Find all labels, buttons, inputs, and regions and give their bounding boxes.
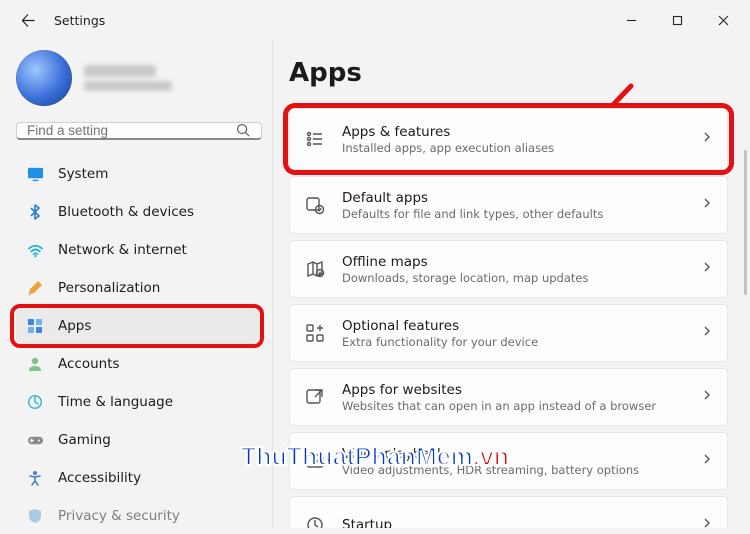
startup-icon [304, 515, 326, 528]
card-title: Optional features [342, 318, 685, 334]
accessibility-icon [26, 469, 44, 487]
wifi-icon [26, 241, 44, 259]
chevron-right-icon [701, 197, 713, 213]
minimize-icon [626, 15, 637, 26]
person-icon [26, 355, 44, 373]
avatar [16, 50, 72, 106]
maximize-icon [672, 15, 683, 26]
card-subtitle: Extra functionality for your device [342, 335, 685, 349]
card-subtitle: Installed apps, app execution aliases [342, 141, 685, 155]
card-subtitle: Websites that can open in an app instead… [342, 399, 685, 413]
chevron-right-icon [701, 389, 713, 405]
cards-list: Apps & features Installed apps, app exec… [289, 108, 728, 528]
window-title: Settings [54, 13, 105, 28]
search-input[interactable] [27, 123, 236, 138]
card-offline-maps[interactable]: Offline maps Downloads, storage location… [289, 240, 728, 298]
content-area: Apps Apps & features Installed apps, app… [272, 40, 750, 528]
profile-text [84, 65, 172, 91]
sidebar-item-system[interactable]: System [16, 156, 262, 192]
close-icon [718, 15, 729, 26]
card-title: Apps & features [342, 124, 685, 140]
card-optional-features[interactable]: Optional features Extra functionality fo… [289, 304, 728, 362]
nav-label: Personalization [58, 280, 160, 296]
nav-label: Network & internet [58, 242, 187, 258]
close-button[interactable] [700, 4, 746, 36]
video-icon [304, 451, 326, 471]
map-icon [304, 259, 326, 279]
profile-block[interactable] [16, 50, 262, 106]
nav-label: Time & language [58, 394, 173, 410]
sidebar-item-accessibility[interactable]: Accessibility [16, 460, 262, 496]
card-subtitle: Video adjustments, HDR streaming, batter… [342, 463, 685, 477]
back-button[interactable] [14, 6, 42, 34]
grid-plus-icon [304, 323, 326, 343]
chevron-right-icon [701, 261, 713, 277]
card-subtitle: Downloads, storage location, map updates [342, 271, 685, 285]
titlebar: Settings [0, 0, 750, 40]
chevron-right-icon [701, 453, 713, 469]
nav-list: System Bluetooth & devices Network & int… [16, 156, 262, 534]
clock-globe-icon [26, 393, 44, 411]
nav-label: Privacy & security [58, 508, 180, 524]
sidebar-item-accounts[interactable]: Accounts [16, 346, 262, 382]
page-title: Apps [289, 58, 728, 88]
list-icon [304, 129, 326, 149]
profile-email-redacted [84, 81, 172, 91]
sidebar: System Bluetooth & devices Network & int… [0, 40, 272, 528]
arrow-left-icon [21, 13, 36, 28]
default-apps-icon [304, 195, 326, 215]
nav-label: Accounts [58, 356, 120, 372]
chevron-right-icon [701, 131, 713, 147]
search-icon [236, 123, 251, 138]
card-title: Startup [342, 517, 685, 528]
sidebar-item-gaming[interactable]: Gaming [16, 422, 262, 458]
monitor-icon [26, 165, 44, 183]
card-title: Video playback [342, 446, 685, 462]
app-link-icon [304, 387, 326, 407]
card-default-apps[interactable]: Default apps Defaults for file and link … [289, 176, 728, 234]
card-title: Default apps [342, 190, 685, 206]
sidebar-item-network[interactable]: Network & internet [16, 232, 262, 268]
card-apps-features[interactable]: Apps & features Installed apps, app exec… [289, 108, 728, 170]
card-title: Offline maps [342, 254, 685, 270]
window-controls [608, 4, 746, 36]
sidebar-item-apps[interactable]: Apps [16, 308, 262, 344]
paintbrush-icon [26, 279, 44, 297]
sidebar-item-bluetooth[interactable]: Bluetooth & devices [16, 194, 262, 230]
bluetooth-icon [26, 203, 44, 221]
nav-label: Apps [58, 318, 91, 334]
chevron-right-icon [701, 517, 713, 528]
nav-label: Accessibility [58, 470, 141, 486]
nav-label: Gaming [58, 432, 111, 448]
maximize-button[interactable] [654, 4, 700, 36]
scrollbar-thumb[interactable] [744, 150, 747, 295]
chevron-right-icon [701, 325, 713, 341]
nav-label: System [58, 166, 108, 182]
minimize-button[interactable] [608, 4, 654, 36]
apps-icon [26, 317, 44, 335]
card-apps-websites[interactable]: Apps for websites Websites that can open… [289, 368, 728, 426]
nav-label: Bluetooth & devices [58, 204, 194, 220]
sidebar-item-personalization[interactable]: Personalization [16, 270, 262, 306]
sidebar-item-privacy[interactable]: Privacy & security [16, 498, 262, 534]
gamepad-icon [26, 431, 44, 449]
profile-name-redacted [84, 65, 156, 77]
card-video-playback[interactable]: Video playback Video adjustments, HDR st… [289, 432, 728, 490]
card-subtitle: Defaults for file and link types, other … [342, 207, 685, 221]
search-box[interactable] [16, 122, 262, 140]
shield-icon [26, 507, 44, 525]
card-title: Apps for websites [342, 382, 685, 398]
card-startup[interactable]: Startup [289, 496, 728, 528]
sidebar-item-time[interactable]: Time & language [16, 384, 262, 420]
